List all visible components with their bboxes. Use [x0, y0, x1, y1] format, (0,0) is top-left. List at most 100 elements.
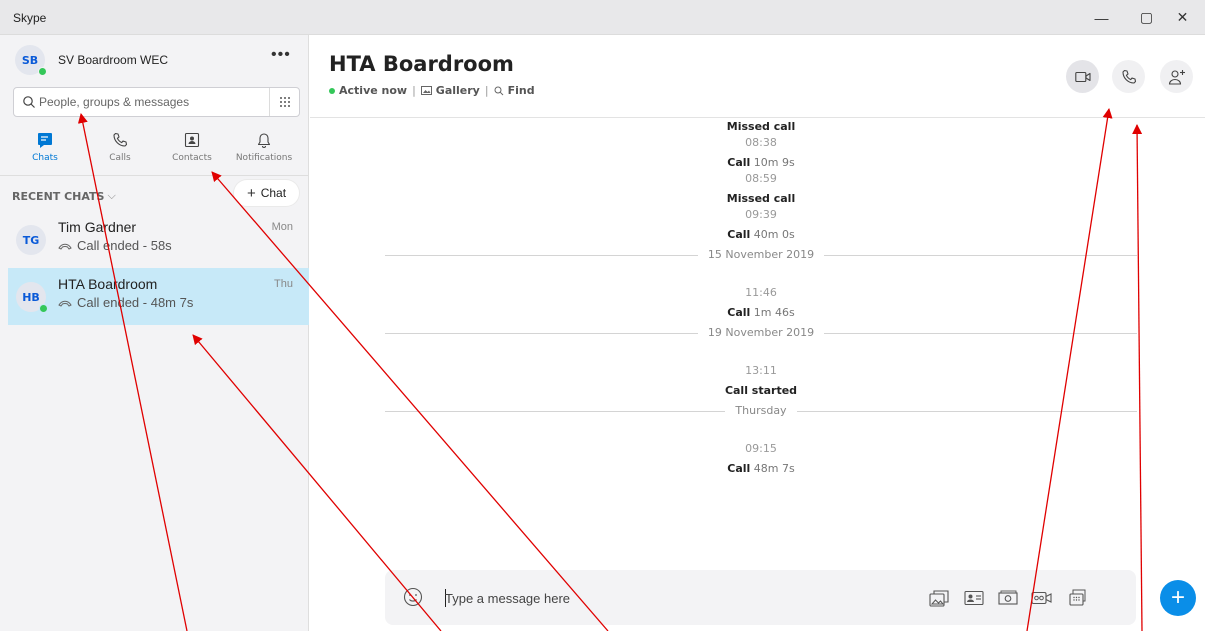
- audio-call-button[interactable]: [1112, 60, 1145, 93]
- send-money-button[interactable]: [997, 587, 1019, 609]
- avatar-initials: SB: [21, 53, 39, 67]
- day-separator: Thursday: [385, 404, 1137, 418]
- chat-name: Tim Gardner: [58, 219, 137, 235]
- chat-list-item[interactable]: TG Tim Gardner Call ended - 58s Mon: [8, 211, 309, 268]
- extensions-icon: [1069, 589, 1086, 606]
- video-call-button[interactable]: [1066, 60, 1099, 93]
- day-separator-label-wrap: Thursday: [385, 404, 1137, 417]
- call-event[interactable]: Call 40m 0s: [385, 228, 1137, 241]
- call-event-duration: 48m 7s: [750, 462, 795, 475]
- avatar-initials: HB: [22, 290, 40, 304]
- divider: [0, 175, 309, 176]
- event-timestamp: 09:15: [745, 442, 777, 455]
- event-timestamp: 08:38: [745, 136, 777, 149]
- message-feed: Missed call 08:38 Call 10m 9s 08:59 Missed c…: [385, 118, 1137, 568]
- avatar-initials: TG: [22, 233, 40, 247]
- money-icon: [998, 590, 1018, 605]
- window-titlebar: Skype — ▢ ✕: [0, 0, 1205, 35]
- day-separator-label: 19 November 2019: [697, 326, 825, 339]
- chat-list-item-selected[interactable]: HB HTA Boardroom Call ended - 48m 7s Thu: [8, 268, 309, 325]
- call-event-duration: 10m 9s: [750, 156, 795, 169]
- call-event-title: Call started: [724, 384, 798, 397]
- find-link[interactable]: Find: [508, 84, 535, 97]
- video-message-icon: [1031, 591, 1052, 605]
- call-event[interactable]: Missed call: [385, 192, 1137, 205]
- add-person-icon: [1168, 69, 1185, 85]
- chat-preview-text: Call ended - 58s: [77, 238, 172, 253]
- chat-date: Thu: [274, 278, 293, 290]
- separator: |: [484, 84, 489, 97]
- presence-indicator: [39, 304, 48, 313]
- send-contact-button[interactable]: [963, 587, 985, 609]
- video-message-button[interactable]: [1031, 587, 1053, 609]
- event-timestamp: 11:46: [745, 286, 777, 299]
- avatar: TG: [16, 225, 46, 255]
- tab-label: Calls: [109, 153, 131, 163]
- call-event-title: Missed call: [726, 192, 796, 205]
- call-event[interactable]: Call 48m 7s: [385, 462, 1137, 475]
- active-status: Active now: [339, 84, 408, 97]
- sidebar: SB SV Boardroom WEC ••• Chats Calls Cont…: [0, 35, 309, 631]
- tab-contacts[interactable]: Contacts: [157, 130, 227, 163]
- presence-indicator: [38, 67, 47, 76]
- event-timestamp: 13:11: [745, 364, 777, 377]
- add-people-button[interactable]: [1160, 60, 1193, 93]
- tab-label: Notifications: [235, 153, 293, 163]
- tab-chats[interactable]: Chats: [10, 130, 80, 163]
- profile[interactable]: SB SV Boardroom WEC: [15, 45, 168, 76]
- call-ended-icon: [58, 243, 72, 250]
- app-title: Skype: [13, 11, 47, 25]
- call-ended-icon: [58, 300, 72, 307]
- emoji-button[interactable]: [403, 587, 423, 612]
- minimize-button[interactable]: —: [1079, 0, 1124, 35]
- call-event[interactable]: Call 1m 46s: [385, 306, 1137, 319]
- tab-notifications[interactable]: Notifications: [229, 130, 299, 163]
- avatar[interactable]: SB: [15, 45, 47, 76]
- tab-label: Chats: [32, 153, 58, 163]
- day-separator: 15 November 2019: [385, 248, 1137, 262]
- chat-preview: Call ended - 48m 7s: [58, 295, 193, 310]
- call-event-duration: 40m 0s: [750, 228, 795, 241]
- profile-name[interactable]: SV Boardroom WEC: [58, 53, 168, 67]
- search-icon: [494, 86, 504, 96]
- call-event-title: Call: [727, 462, 751, 475]
- emoji-icon: [403, 587, 423, 607]
- close-button[interactable]: ✕: [1160, 0, 1205, 35]
- video-camera-icon: [1074, 71, 1091, 82]
- call-event[interactable]: Missed call: [385, 120, 1137, 133]
- contacts-icon: [184, 132, 200, 148]
- search-icon: [23, 96, 35, 108]
- dialpad-icon: [279, 97, 290, 107]
- compose-plus-button[interactable]: +: [1160, 580, 1196, 616]
- chat-preview-text: Call ended - 48m 7s: [77, 295, 194, 310]
- day-separator-label-wrap: 19 November 2019: [385, 326, 1137, 339]
- image-icon: [929, 590, 949, 607]
- contact-card-icon: [964, 590, 984, 606]
- new-chat-button[interactable]: + Chat: [234, 180, 299, 206]
- search-box[interactable]: [13, 87, 300, 117]
- gallery-link[interactable]: Gallery: [436, 84, 480, 97]
- event-timestamp: 08:59: [745, 172, 777, 185]
- send-image-button[interactable]: [928, 587, 950, 609]
- conversation-subheader: Active now | Gallery | Find: [329, 84, 535, 97]
- search-input[interactable]: [39, 92, 269, 112]
- call-event-duration: 1m 46s: [750, 306, 795, 319]
- recent-chats-label: RECENT CHATS: [12, 189, 105, 203]
- phone-icon: [1121, 69, 1136, 84]
- call-event[interactable]: Call 10m 9s: [385, 156, 1137, 169]
- event-timestamp: 09:39: [745, 208, 777, 221]
- tab-calls[interactable]: Calls: [85, 130, 155, 163]
- plus-icon: +: [246, 184, 256, 202]
- chat-icon: [38, 132, 52, 148]
- separator: |: [412, 84, 416, 97]
- chat-preview: Call ended - 58s: [58, 238, 172, 253]
- message-input[interactable]: [445, 588, 845, 608]
- recent-chats-filter[interactable]: RECENT CHATS ⌵: [12, 189, 116, 203]
- conversation-title[interactable]: HTA Boardroom: [329, 52, 514, 76]
- conversation-panel: HTA Boardroom Active now | Gallery | Fin…: [310, 35, 1205, 631]
- more-tools-button[interactable]: [1066, 587, 1088, 609]
- more-options-button[interactable]: •••: [271, 47, 291, 63]
- call-event[interactable]: Call started: [385, 384, 1137, 397]
- main-nav: Chats Calls Contacts Notifications: [0, 130, 309, 168]
- dialpad-button[interactable]: [269, 88, 299, 116]
